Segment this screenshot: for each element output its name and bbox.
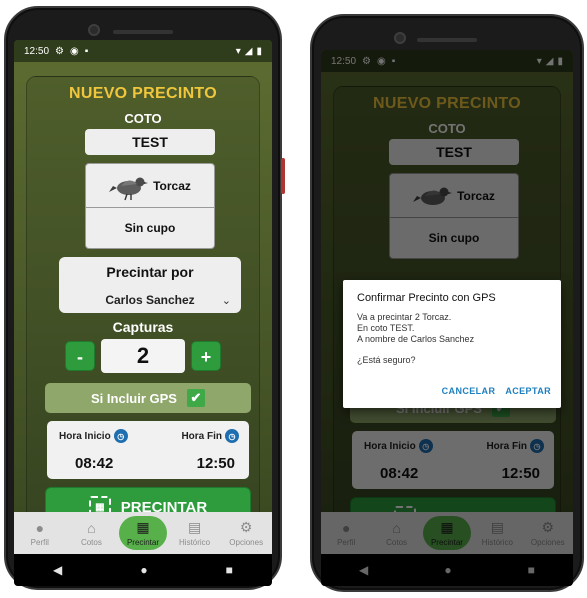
- quota-status: Sin cupo: [124, 221, 176, 235]
- recents-icon[interactable]: ■: [226, 563, 233, 577]
- clock-icon[interactable]: ◷: [225, 429, 239, 443]
- speaker: [113, 30, 173, 34]
- accept-button[interactable]: ACEPTAR: [505, 386, 551, 396]
- capturas-label: Capturas: [112, 319, 174, 335]
- home-icon: ⌂: [87, 519, 96, 536]
- species-name: Torcaz: [153, 178, 191, 193]
- capturas-stepper: - 2 +: [27, 339, 259, 373]
- app-icon: ◉: [70, 45, 79, 57]
- checkbox-checked-icon[interactable]: ✔: [186, 389, 205, 407]
- clock-icon[interactable]: ◷: [113, 429, 128, 443]
- hunter-name: Carlos Sanchez: [105, 293, 195, 307]
- bottom-nav: ●Perfil ⌂Cotos ▦Precintar ▤Histórico ⚙Op…: [14, 512, 272, 554]
- capturas-value[interactable]: 2: [101, 339, 185, 373]
- qr-icon: ▦: [136, 519, 150, 535]
- home-circle-icon[interactable]: ●: [140, 563, 147, 577]
- gps-toggle[interactable]: Si Incluir GPS ✔: [45, 383, 251, 413]
- time-range-card: Hora Inicio ◷ 08:42 Hora Fin ◷ 12:50: [47, 421, 249, 479]
- form-panel: NUEVO PRECINTO COTO TEST Torcaz Sin cupo…: [26, 76, 260, 532]
- front-camera: [394, 32, 406, 44]
- decrement-button[interactable]: -: [65, 341, 95, 371]
- hora-fin-header: Hora Fin ◷: [181, 429, 239, 443]
- person-icon: ●: [35, 519, 45, 536]
- hora-fin-label: Hora Fin: [181, 430, 222, 442]
- nav-item-opciones[interactable]: ⚙ Opciones: [222, 519, 270, 547]
- species-card[interactable]: Torcaz Sin cupo: [85, 163, 215, 249]
- side-button: [281, 158, 285, 194]
- page-title: NUEVO PRECINTO: [69, 85, 217, 102]
- calendar-icon: ▤: [187, 519, 202, 535]
- screen-dialog: 12:50 ⚙ ◉ ▪ ▾ ◢ ▮ NUEVO PRECINTO COTO TE…: [321, 50, 573, 586]
- cancel-button[interactable]: CANCELAR: [442, 386, 496, 396]
- coto-label: COTO: [124, 111, 162, 126]
- wifi-icon: ▾: [235, 45, 241, 57]
- coto-value: TEST: [85, 129, 215, 155]
- back-icon[interactable]: ◀: [53, 563, 62, 577]
- precintar-por-label: Precintar por: [106, 264, 194, 280]
- chevron-down-icon: ⌄: [221, 295, 231, 307]
- phone-right: 12:50 ⚙ ◉ ▪ ▾ ◢ ▮ NUEVO PRECINTO COTO TE…: [310, 14, 584, 592]
- dialog-line: Va a precintar 2 Torcaz.: [357, 312, 452, 322]
- nav-item-historico[interactable]: ▤ Histórico: [171, 519, 219, 547]
- nav-item-precintar[interactable]: ▦ Precintar: [118, 516, 167, 550]
- front-camera: [88, 24, 100, 36]
- settings-icon: ⚙: [55, 45, 64, 57]
- precintar-por-select[interactable]: Precintar por Carlos Sanchez ⌄: [59, 257, 241, 313]
- battery-icon: ▮: [256, 45, 262, 57]
- dialog-question: ¿Está seguro?: [357, 355, 416, 365]
- dialog-title: Confirmar Precinto con GPS: [357, 292, 496, 304]
- hora-inicio-header: Hora Inicio ◷: [59, 429, 128, 443]
- pigeon-icon: [109, 177, 149, 200]
- speaker: [417, 38, 477, 42]
- status-bar: 12:50 ⚙ ◉ ▪ ▾ ◢ ▮: [14, 40, 272, 62]
- hora-inicio-value[interactable]: 08:42: [75, 455, 113, 472]
- nav-item-perfil[interactable]: ● Perfil: [16, 520, 64, 547]
- content-area: NUEVO PRECINTO COTO TEST Torcaz Sin cupo…: [14, 62, 272, 532]
- status-time: 12:50: [24, 45, 50, 57]
- dialog-line: En coto TEST.: [357, 323, 415, 333]
- system-nav-bar: ◀ ● ■: [14, 554, 272, 586]
- screen-main: 12:50 ⚙ ◉ ▪ ▾ ◢ ▮ NUEVO PRECINTO COTO TE…: [14, 40, 272, 586]
- sd-card-icon: ▪: [84, 45, 89, 57]
- increment-button[interactable]: +: [191, 341, 221, 371]
- gps-label: Si Incluir GPS: [91, 390, 177, 406]
- nav-item-cotos[interactable]: ⌂ Cotos: [67, 520, 115, 547]
- phone-left: 12:50 ⚙ ◉ ▪ ▾ ◢ ▮ NUEVO PRECINTO COTO TE…: [4, 6, 285, 590]
- signal-icon: ◢: [244, 45, 253, 57]
- hora-inicio-label: Hora Inicio: [59, 430, 111, 442]
- dialog-line: A nombre de Carlos Sanchez: [357, 334, 475, 344]
- confirm-dialog: Confirmar Precinto con GPS Va a precinta…: [343, 280, 561, 408]
- gear-icon: ⚙: [239, 519, 253, 535]
- hora-fin-value[interactable]: 12:50: [197, 455, 235, 472]
